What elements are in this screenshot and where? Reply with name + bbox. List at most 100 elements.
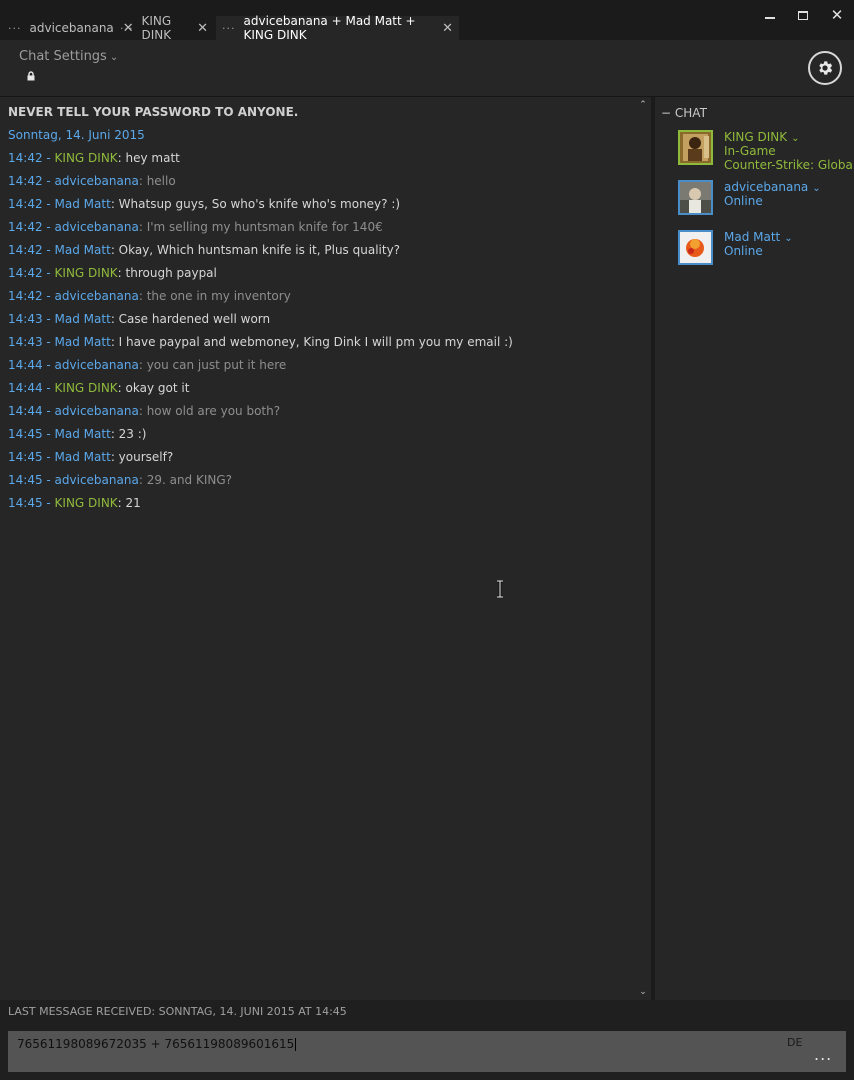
chat-message: 14:43 - Mad Matt: Case hardened well wor… [8, 312, 270, 326]
avatar-image [680, 182, 711, 213]
message-separator: : [138, 174, 147, 188]
message-text: the one in my inventory [146, 289, 291, 303]
message-sender[interactable]: advicebanana [55, 358, 139, 372]
close-window-button[interactable]: ✕ [827, 5, 847, 25]
chat-settings-dropdown[interactable]: Chat Settings ⌄ [19, 49, 118, 64]
more-options-button[interactable]: ... [814, 1045, 832, 1064]
tab-advicebanana[interactable]: ··· advicebanana ✕ [2, 16, 134, 40]
message-sender[interactable]: Mad Matt [55, 312, 111, 326]
message-text: I'm selling my huntsman knife for 140€ [146, 220, 383, 234]
message-sender[interactable]: advicebanana [55, 404, 139, 418]
tab-label: advicebanana + Mad Matt + KING DINK [243, 14, 416, 42]
message-separator: : [117, 266, 126, 280]
chat-message: 14:44 - advicebanana: you can just put i… [8, 358, 286, 372]
message-text: okay got it [125, 381, 190, 395]
close-icon: ✕ [830, 6, 844, 24]
message-time: 14:45 - [8, 496, 55, 510]
chat-scrollbar[interactable]: ⌃ ⌄ [636, 97, 650, 1000]
member-name-text: advicebanana [724, 180, 809, 194]
message-text: through paypal [125, 266, 217, 280]
close-tab-icon[interactable]: ✕ [442, 21, 453, 36]
avatar [678, 180, 713, 215]
message-sender[interactable]: KING DINK [55, 151, 118, 165]
message-separator: : [138, 289, 147, 303]
chat-message: 14:42 - advicebanana: the one in my inve… [8, 289, 291, 303]
message-sender[interactable]: Mad Matt [55, 243, 111, 257]
message-separator: : [138, 404, 147, 418]
message-text: 29. and KING? [146, 473, 233, 487]
message-sender[interactable]: advicebanana [55, 289, 139, 303]
message-time: 14:42 - [8, 243, 55, 257]
maximize-icon [798, 10, 808, 20]
password-warning: NEVER TELL YOUR PASSWORD TO ANYONE. [8, 105, 299, 119]
minimize-button[interactable] [760, 5, 780, 25]
message-text: Okay, Which huntsman knife is it, Plus q… [118, 243, 401, 257]
message-text: how old are you both? [146, 404, 281, 418]
chat-message: 14:45 - advicebanana: 29. and KING? [8, 473, 232, 487]
tab-king-dink[interactable]: ··· KING DINK ✕ [114, 14, 214, 42]
message-time: 14:42 - [8, 289, 55, 303]
message-sender[interactable]: advicebanana [55, 220, 139, 234]
message-text: hey matt [125, 151, 180, 165]
message-sender[interactable]: KING DINK [55, 266, 118, 280]
message-text: yourself? [118, 450, 174, 464]
members-group-header[interactable]: − CHAT [661, 106, 707, 120]
tab-group-chat[interactable]: ··· advicebanana + Mad Matt + KING DINK … [216, 14, 459, 42]
maximize-button[interactable] [793, 5, 813, 25]
message-sender[interactable]: Mad Matt [55, 450, 111, 464]
message-time: 14:45 - [8, 450, 55, 464]
members-header-label: CHAT [674, 106, 707, 120]
message-sender[interactable]: KING DINK [55, 381, 118, 395]
settings-button[interactable] [808, 51, 842, 85]
message-sender[interactable]: KING DINK [55, 496, 118, 510]
collapse-icon: − [661, 106, 672, 120]
tab-menu-icon[interactable]: ··· [222, 22, 236, 35]
avatar-image [680, 232, 711, 263]
close-tab-icon[interactable]: ✕ [197, 21, 208, 36]
message-text: Whatsup guys, So who's knife who's money… [118, 197, 401, 211]
lock-icon [27, 71, 35, 81]
message-time: 14:42 - [8, 197, 55, 211]
text-cursor-icon [497, 580, 503, 598]
message-sender[interactable]: advicebanana [55, 174, 139, 188]
scroll-down-icon[interactable]: ⌄ [638, 988, 648, 997]
member-mad-matt[interactable]: Mad Matt ⌄ Online [678, 230, 854, 280]
chat-message: 14:43 - Mad Matt: I have paypal and webm… [8, 335, 513, 349]
message-time: 14:44 - [8, 404, 55, 418]
chat-message: 14:42 - Mad Matt: Whatsup guys, So who's… [8, 197, 400, 211]
chevron-down-icon[interactable]: ⌄ [812, 183, 820, 194]
member-name: advicebanana ⌄ [724, 180, 821, 194]
chat-log[interactable]: NEVER TELL YOUR PASSWORD TO ANYONE. Sonn… [0, 97, 651, 1000]
message-sender[interactable]: Mad Matt [55, 427, 111, 441]
tab-label: KING DINK [141, 14, 172, 42]
message-input[interactable]: 76561198089672035 + 76561198089601615 DE… [8, 1031, 846, 1072]
tab-menu-icon[interactable]: ··· [120, 22, 134, 35]
message-separator: : [117, 381, 126, 395]
member-advicebanana[interactable]: advicebanana ⌄ Online [678, 180, 854, 230]
chat-message: 14:45 - Mad Matt: yourself? [8, 450, 173, 464]
message-sender[interactable]: advicebanana [55, 473, 139, 487]
member-king-dink[interactable]: KING DINK ⌄ In-Game Counter-Strike: Globa… [678, 130, 854, 180]
chat-message: 14:42 - Mad Matt: Okay, Which huntsman k… [8, 243, 400, 257]
chat-message: 14:42 - advicebanana: I'm selling my hun… [8, 220, 383, 234]
member-name-text: Mad Matt [724, 230, 781, 244]
chevron-down-icon[interactable]: ⌄ [784, 233, 792, 244]
message-time: 14:45 - [8, 473, 55, 487]
message-time: 14:42 - [8, 151, 55, 165]
message-separator: : [110, 335, 119, 349]
message-text: 23 :) [118, 427, 147, 441]
chevron-down-icon[interactable]: ⌄ [791, 133, 799, 144]
message-input-text[interactable]: 76561198089672035 + 76561198089601615 [17, 1037, 297, 1051]
scroll-up-icon[interactable]: ⌃ [638, 101, 648, 110]
avatar [678, 230, 713, 265]
chat-footer: LAST MESSAGE RECEIVED: SONNTAG, 14. JUNI… [0, 1000, 854, 1080]
message-sender[interactable]: Mad Matt [55, 197, 111, 211]
chat-members-panel: − CHAT KING DINK ⌄ In-Game Counter-Strike… [655, 97, 854, 1000]
tab-menu-icon[interactable]: ··· [8, 22, 22, 35]
chat-settings-label: Chat Settings [19, 49, 107, 64]
message-time: 14:42 - [8, 174, 55, 188]
message-sender[interactable]: Mad Matt [55, 335, 111, 349]
tab-label: advicebanana [29, 21, 114, 35]
chat-message: 14:42 - KING DINK: hey matt [8, 151, 180, 165]
message-time: 14:44 - [8, 381, 55, 395]
